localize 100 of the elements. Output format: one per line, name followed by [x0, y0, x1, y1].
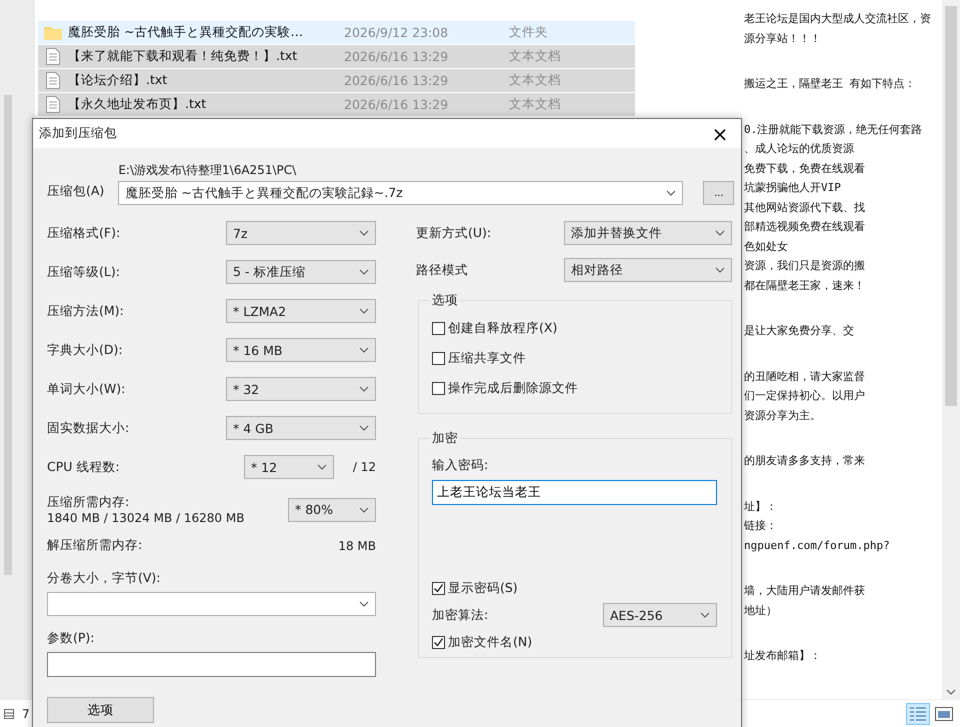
checkbox[interactable]	[432, 382, 445, 394]
dropdown[interactable]: AES-256	[603, 603, 717, 627]
file-name: 【永久地址发布页】.txt	[68, 96, 208, 113]
field-label: 压缩格式(F):	[47, 224, 120, 242]
scrollbar[interactable]	[942, 0, 960, 700]
group-title: 加密	[431, 430, 459, 447]
checkbox-option[interactable]: 操作完成后删除源文件	[432, 373, 717, 403]
memory-value: 18 MB	[338, 538, 376, 552]
field-label: 输入密码:	[432, 457, 490, 474]
folder-icon	[44, 25, 62, 40]
chevron-down-icon	[666, 190, 676, 196]
dropdown[interactable]: 5 - 标准压缩	[226, 260, 376, 284]
checkbox[interactable]	[432, 582, 445, 594]
text-line: 址发布邮箱】：	[744, 648, 822, 664]
checkbox-option[interactable]: 加密文件名(N)	[432, 627, 717, 657]
memory-usage: 1840 MB / 13024 MB / 16280 MB	[47, 511, 244, 525]
dropdown[interactable]: * 4 GB	[226, 416, 376, 440]
text-line: 资源分享为主。	[744, 408, 822, 424]
chevron-down-icon	[715, 267, 725, 273]
password-field[interactable]: 上老王论坛当老王	[432, 480, 717, 505]
text-file-icon	[46, 72, 60, 89]
text-line: 地址）	[744, 602, 778, 618]
text-line: 墙，大陆用户请发邮件获	[744, 583, 866, 599]
close-button[interactable]: ×	[705, 120, 735, 148]
chevron-down-icon	[359, 269, 369, 275]
item-count: 7	[22, 706, 30, 721]
file-type: 文件夹	[509, 24, 548, 41]
text-line: 色如处女	[744, 238, 789, 254]
file-date: 2026/6/16 13:29	[344, 73, 450, 88]
text-line: ngpuenf.com/forum.php?	[744, 538, 891, 554]
text-line: 的丑陋吃相，请大家监督	[744, 368, 866, 384]
chevron-down-icon	[359, 230, 369, 236]
text-line: 是让大家免费分享、交	[744, 323, 855, 339]
checkbox-option[interactable]: 显示密码(S)	[432, 573, 717, 603]
text-line: 们一定保持初心。以用户	[744, 388, 866, 404]
file-row[interactable]: 魔胚受胎 ~古代触手と異種交配の実験… 2026/9/12 23:08 文件夹	[38, 21, 635, 44]
file-type: 文本文档	[509, 96, 561, 113]
field-label: 固实数据大小:	[47, 420, 130, 436]
dropdown[interactable]: 添加并替换文件	[564, 221, 732, 245]
field-label: 压缩等级(L):	[47, 264, 120, 280]
field-label: 更新方式(U):	[416, 224, 492, 242]
chevron-down-icon	[715, 230, 725, 236]
text-line: 老王论坛是国内大型成人交流社区，资	[744, 11, 932, 27]
dropdown[interactable]: 相对路径	[564, 258, 732, 282]
dropdown[interactable]: 7z	[226, 221, 376, 245]
file-date: 2026/6/16 13:29	[344, 97, 450, 112]
status-icon	[4, 708, 14, 719]
text-line: 资源，我们只是资源的搬	[744, 258, 866, 274]
chevron-down-icon	[700, 612, 710, 618]
browse-button[interactable]: ...	[703, 181, 734, 205]
chevron-down-icon	[359, 601, 369, 607]
field-label: 分卷大小，字节(V):	[47, 570, 162, 587]
dropdown[interactable]: * LZMA2	[226, 299, 376, 323]
text-line: 址】：	[744, 498, 778, 514]
checkbox[interactable]	[432, 322, 445, 334]
options-button[interactable]: 选项	[47, 697, 154, 723]
file-name: 【来了就能下载和观看！纯免费！】.txt	[68, 48, 298, 65]
file-row[interactable]: 【论坛介绍】.txt 2026/6/16 13:29 文本文档	[38, 69, 635, 92]
text-line: 搬运之王，隔壁老王 有如下特点：	[744, 76, 917, 92]
archive-path: E:\游戏发布\待整理1\6A251\PC\	[118, 162, 298, 179]
chevron-down-icon	[316, 464, 327, 470]
field-label: 字典大小(D):	[47, 342, 123, 358]
file-type: 文本文档	[509, 72, 561, 89]
parameters-field[interactable]	[47, 652, 376, 677]
file-row[interactable]: 【来了就能下载和观看！纯免费！】.txt 2026/6/16 13:29 文本文档	[38, 45, 635, 68]
text-line: 坑蒙拐骗他人开VIP	[744, 180, 842, 196]
dropdown[interactable]: * 80%	[288, 498, 376, 522]
checkbox-option[interactable]: 创建自释放程序(X)	[432, 313, 717, 343]
file-date: 2026/6/16 13:29	[344, 49, 450, 64]
field-label: 压缩所需内存:	[47, 494, 130, 511]
field-label: 加密算法:	[432, 606, 488, 624]
dropdown[interactable]: * 12	[244, 455, 334, 479]
file-row[interactable]: 【永久地址发布页】.txt 2026/6/16 13:29 文本文档	[38, 93, 635, 116]
text-line: 、成人论坛的优质资源	[744, 141, 855, 157]
details-view-button[interactable]	[906, 702, 930, 725]
scrollbar-thumb[interactable]	[945, 6, 957, 406]
field-label: 压缩包(A)	[47, 183, 104, 200]
checkbox[interactable]	[432, 352, 445, 364]
chevron-down-icon	[359, 506, 369, 512]
text-file-icon	[46, 96, 60, 113]
text-line: 的朋友请多多支持，常来	[744, 453, 866, 469]
chevron-down-icon	[359, 347, 369, 353]
text-line: 免费下载，免费在线观看	[744, 160, 866, 176]
file-name: 【论坛介绍】.txt	[68, 72, 168, 89]
dropdown[interactable]: * 16 MB	[226, 338, 376, 362]
checkbox-option[interactable]: 压缩共享文件	[432, 343, 717, 373]
chevron-down-icon	[359, 386, 369, 392]
dropdown[interactable]: 魔胚受胎 ~古代触手と異種交配の実験記録~.7z	[118, 181, 684, 205]
text-line: 源分享站！！！	[744, 30, 822, 46]
dropdown[interactable]: * 32	[226, 377, 376, 401]
field-label: 路径模式	[416, 262, 468, 278]
checkbox[interactable]	[432, 636, 445, 648]
field-label: 解压缩所需内存:	[47, 537, 142, 554]
text-line: 0.注册就能下载资源，绝无任何套路	[744, 122, 924, 138]
text-line: 部精选视频免费在线观看	[744, 219, 866, 235]
chevron-down-icon	[359, 308, 369, 314]
group-title: 选项	[431, 292, 459, 309]
scrollbar-thumb[interactable]	[4, 95, 12, 575]
file-type: 文本文档	[509, 48, 561, 65]
text-line: 都在隔壁老王家，速来！	[744, 278, 866, 294]
